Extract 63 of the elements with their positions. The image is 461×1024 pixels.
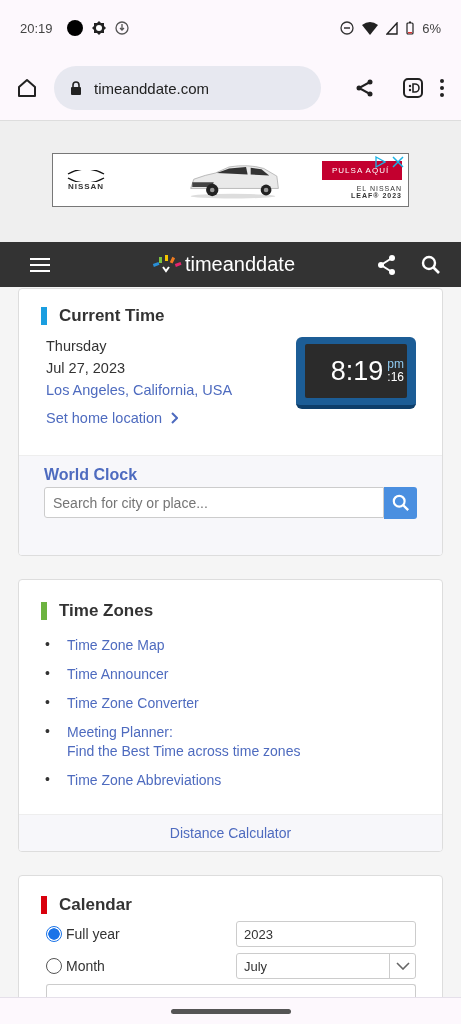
- month-dropdown[interactable]: July: [236, 953, 416, 979]
- section-title: Time Zones: [59, 601, 154, 621]
- search-icon: [391, 494, 410, 512]
- notification-dot-icon: [66, 20, 83, 36]
- signal-icon: [386, 21, 399, 35]
- option-label: Month: [66, 958, 106, 974]
- do-not-disturb-icon: [340, 21, 355, 35]
- time-zone-link[interactable]: Time Announcer: [63, 665, 169, 684]
- battery-percent: 6%: [422, 20, 441, 36]
- distance-calculator-link[interactable]: Distance Calculator: [169, 825, 292, 841]
- site-logo[interactable]: timeanddate: [184, 253, 296, 276]
- time-zone-link[interactable]: Time Zone Abbreviations: [63, 771, 222, 790]
- logo-icon: [151, 254, 182, 275]
- bullet: •: [45, 771, 51, 789]
- section-title: Current Time: [59, 306, 165, 326]
- world-clock-link[interactable]: World Clock: [44, 466, 138, 483]
- radio-button[interactable]: [46, 926, 62, 942]
- home-icon[interactable]: [16, 77, 38, 99]
- bullet: •: [45, 723, 51, 741]
- time-zone-link[interactable]: Meeting Planner:: [63, 723, 301, 742]
- bullet: •: [45, 636, 51, 654]
- time-zone-link[interactable]: Time Zone Map: [63, 636, 165, 655]
- location-link[interactable]: Los Angeles, California, USA: [46, 382, 233, 398]
- brightness-icon: [90, 20, 107, 36]
- option-label: Full year: [66, 926, 121, 942]
- section-marker: [41, 896, 47, 914]
- clock-seconds: :16: [387, 371, 404, 384]
- time-zone-link[interactable]: Time Zone Converter: [63, 694, 199, 713]
- section-marker: [41, 307, 47, 325]
- gesture-handle[interactable]: [170, 1009, 291, 1014]
- address-bar[interactable]: timeanddate.com: [54, 66, 321, 110]
- home-location-link[interactable]: Set home location: [46, 407, 163, 429]
- share-icon[interactable]: [355, 78, 375, 98]
- search-field[interactable]: Search for city or place...: [44, 487, 384, 518]
- year-field[interactable]: 2023: [236, 921, 416, 947]
- account-icon[interactable]: [403, 78, 423, 98]
- date-text: Jul 27, 2023: [46, 360, 125, 376]
- battery-icon: [406, 21, 415, 35]
- wifi-icon: [362, 21, 379, 35]
- section-marker: [41, 602, 47, 620]
- brand-text: NISSAN: [67, 181, 105, 191]
- share-icon[interactable]: [377, 253, 397, 276]
- cta-banner[interactable]: PULSA AQUÍ: [322, 161, 402, 180]
- chevron-right-icon: [170, 412, 179, 424]
- clock-ampm: pm: [387, 358, 404, 371]
- ad-info-icon[interactable]: [374, 156, 386, 168]
- clock-time: 8:19: [330, 355, 384, 387]
- menu-icon[interactable]: [439, 78, 445, 98]
- time-zone-link[interactable]: Find the Best Time across time zones: [63, 742, 301, 761]
- menu-icon[interactable]: [30, 256, 50, 273]
- lock-icon: [70, 81, 82, 95]
- search-icon[interactable]: [421, 254, 441, 275]
- download-icon: [114, 21, 129, 35]
- url-text: timeanddate.com: [94, 79, 210, 97]
- nissan-logo-icon: [66, 169, 106, 182]
- close-icon[interactable]: [392, 156, 404, 168]
- status-time: 20:19: [20, 20, 53, 36]
- bullet: •: [45, 665, 51, 683]
- section-title: Calendar: [59, 895, 132, 915]
- bullet: •: [45, 694, 51, 712]
- chevron-down-icon: [395, 962, 410, 970]
- search-button[interactable]: [384, 487, 417, 519]
- weekday-text: Thursday: [46, 338, 107, 354]
